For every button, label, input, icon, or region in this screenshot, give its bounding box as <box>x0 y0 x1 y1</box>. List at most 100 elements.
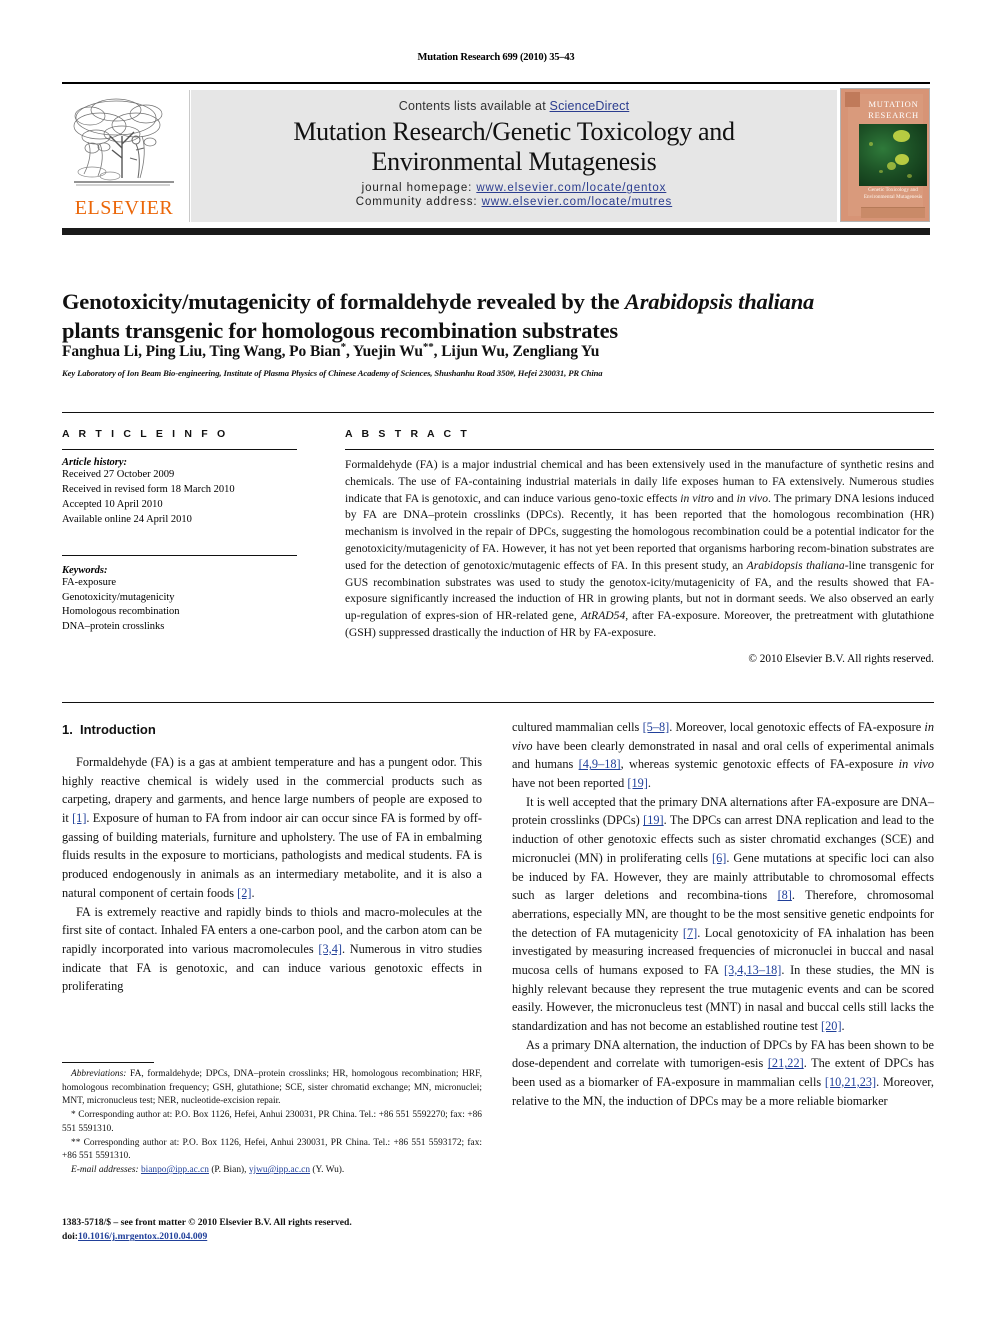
cover-subtitle-line1: Genetic Toxicology and <box>868 187 918 193</box>
cover-footer-band <box>861 207 925 218</box>
corresponding-marker-2: ** <box>422 341 434 353</box>
corresponding-author-2: ** Corresponding author at: P.O. Box 112… <box>62 1137 482 1162</box>
imprint-block: 1383-5718/$ – see front matter © 2010 El… <box>62 1216 492 1245</box>
citation-link[interactable]: [4,9–18] <box>579 757 621 771</box>
author-list: Fanghua Li, Ping Liu, Ting Wang, Po Bian… <box>62 341 934 361</box>
citation-link[interactable]: [7] <box>683 926 697 940</box>
article-history-online: Available online 24 April 2010 <box>62 513 192 525</box>
abstract-column: A B S T R A C T Formaldehyde (FA) is a m… <box>345 428 934 665</box>
keyword-item: Genotoxicity/mutagenicity <box>62 591 175 603</box>
doi-line: doi:10.1016/j.mrgentox.2010.04.009 <box>62 1230 492 1244</box>
cover-subtitle: Genetic Toxicology and Environmental Mut… <box>859 187 927 201</box>
cover-micrograph-image <box>859 124 927 186</box>
community-url-link[interactable]: www.elsevier.com/locate/mutres <box>482 196 673 208</box>
info-block-top-rule <box>62 412 934 413</box>
section-number: 1. <box>62 722 73 737</box>
corresponding-author-1: * Corresponding author at: P.O. Box 1126… <box>62 1110 482 1134</box>
author-affiliation: Key Laboratory of Ion Beam Bio-engineeri… <box>62 368 603 378</box>
citation-link[interactable]: [8] <box>778 888 792 902</box>
article-info-rule-2 <box>62 554 297 556</box>
paragraph: cultured mammalian cells [5–8]. Moreover… <box>512 718 934 793</box>
cover-title: MUTATION RESEARCH <box>861 99 926 120</box>
title-part-2: plants transgenic for homologous recombi… <box>62 318 618 344</box>
footnote-rule <box>62 1062 154 1063</box>
cover-publisher-mark-icon <box>845 92 860 107</box>
citation-link[interactable]: [1] <box>72 811 86 825</box>
citation-link[interactable]: [3,4] <box>318 942 342 956</box>
email-addresses-footnote: E-mail addresses: bianpo@ipp.ac.cn (P. B… <box>62 1164 482 1178</box>
para-seg: . <box>841 1019 845 1033</box>
section-heading-introduction: 1. Introduction <box>62 722 482 737</box>
citation-link[interactable]: [19] <box>643 813 664 827</box>
abstract-rule <box>345 449 934 450</box>
cover-title-line1: MUTATION <box>868 99 919 109</box>
journal-title-line2: Environmental Mutagenesis <box>371 147 657 177</box>
para-seg: . Exposure of human to FA from indoor ai… <box>62 811 482 900</box>
citation-link[interactable]: [5–8] <box>643 720 670 734</box>
citation-link[interactable]: [10,21,23] <box>825 1075 876 1089</box>
abstract-italic-gene: AtRAD54 <box>580 609 626 623</box>
abstract-italic-in-vivo: in vivo <box>736 491 769 505</box>
keyword-item: FA-exposure <box>62 576 117 588</box>
paragraph: FA is extremely reactive and rapidly bin… <box>62 903 482 996</box>
paragraph: As a primary DNA alternation, the induct… <box>512 1036 934 1111</box>
citation-link[interactable]: [6] <box>712 851 726 865</box>
contents-prefix: Contents lists available at <box>398 99 550 113</box>
running-head: Mutation Research 699 (2010) 35–43 <box>417 52 575 63</box>
page-title: Genotoxicity/mutagenicity of formaldehyd… <box>62 287 934 346</box>
journal-article-page: Mutation Research 699 (2010) 35–43 ELSEV… <box>0 0 992 1323</box>
keyword-item: DNA–protein crosslinks <box>62 621 165 633</box>
authors-part-1: Fanghua Li, Ping Liu, Ting Wang, Po Bian <box>62 343 341 361</box>
article-history-accepted: Accepted 10 April 2010 <box>62 498 163 510</box>
community-label: Community address: <box>355 196 478 209</box>
journal-header-band: Contents lists available at ScienceDirec… <box>191 90 837 222</box>
authors-part-3: , Lijun Wu, Zengliang Yu <box>433 343 600 361</box>
cover-subtitle-line2: Environmental Mutagenesis <box>863 194 923 201</box>
abstract-seg-2: and <box>713 491 737 505</box>
title-part-1: Genotoxicity/mutagenicity of formaldehyd… <box>62 289 625 315</box>
doi-link[interactable]: 10.1016/j.mrgentox.2010.04.009 <box>78 1231 207 1242</box>
keywords-label: Keywords: <box>62 564 108 576</box>
community-address-line: Community address: www.elsevier.com/loca… <box>191 196 837 208</box>
abbreviations-label: Abbreviations: <box>71 1069 127 1079</box>
email-link-bian[interactable]: bianpo@ipp.ac.cn <box>141 1165 209 1175</box>
elsevier-wordmark: ELSEVIER <box>74 197 174 219</box>
body-column-right: cultured mammalian cells [5–8]. Moreover… <box>512 718 934 1110</box>
email-link-wu[interactable]: yjwu@ipp.ac.cn <box>249 1165 310 1175</box>
keyword-item: Homologous recombination <box>62 606 180 618</box>
email-addresses-label: E-mail addresses: <box>71 1165 139 1176</box>
paragraph: It is well accepted that the primary DNA… <box>512 793 934 1036</box>
abstract-text: Formaldehyde (FA) is a major industrial … <box>345 457 934 642</box>
contents-lists-line: Contents lists available at ScienceDirec… <box>191 99 837 113</box>
abstract-italic-species: Arabidopsis thaliana <box>746 558 845 572</box>
sciencedirect-link[interactable]: ScienceDirect <box>550 99 630 113</box>
journal-title: Mutation Research/Genetic Toxicology and… <box>191 117 837 177</box>
doi-label: doi: <box>62 1231 78 1243</box>
body-column-left: 1. Introduction Formaldehyde (FA) is a ga… <box>62 722 482 996</box>
citation-link[interactable]: [2] <box>237 886 251 900</box>
article-history-received: Received 27 October 2009 <box>62 469 175 480</box>
para-seg: have not been reported <box>512 776 628 791</box>
email-owner-1: (P. Bian), <box>208 1165 249 1176</box>
article-info-rule-1 <box>62 449 297 450</box>
citation-link[interactable]: [3,4,13–18] <box>724 963 781 977</box>
article-history-label: Article history: <box>62 457 128 468</box>
homepage-url-link[interactable]: www.elsevier.com/locate/gentox <box>476 182 666 194</box>
article-info-column: A R T I C L E I N F O Article history: R… <box>62 428 297 635</box>
journal-cover-thumbnail[interactable]: MUTATION RESEARCH Genetic Toxicology and… <box>840 88 930 222</box>
citation-link[interactable]: [19] <box>627 776 648 790</box>
citation-link[interactable]: [20] <box>821 1019 842 1033</box>
journal-title-line1: Mutation Research/Genetic Toxicology and <box>293 117 735 146</box>
header-top-rule <box>62 82 930 84</box>
footnote-block: Abbreviations: FA, formaldehyde; DPCs, D… <box>62 1068 482 1178</box>
para-seg: . <box>647 776 651 791</box>
title-species-name: Arabidopsis thaliana <box>624 289 815 315</box>
abbreviations-footnote: Abbreviations: FA, formaldehyde; DPCs, D… <box>62 1068 482 1109</box>
journal-header: ELSEVIER Contents lists available at Sci… <box>62 88 930 224</box>
citation-link[interactable]: [21,22] <box>768 1056 804 1070</box>
authors-part-2: , Yuejin Wu <box>345 343 423 361</box>
abstract-copyright: © 2010 Elsevier B.V. All rights reserved… <box>748 652 934 665</box>
email-owner-2: (Y. Wu). <box>310 1165 345 1176</box>
abstract-italic-in-vitro: in vitro <box>680 491 714 505</box>
